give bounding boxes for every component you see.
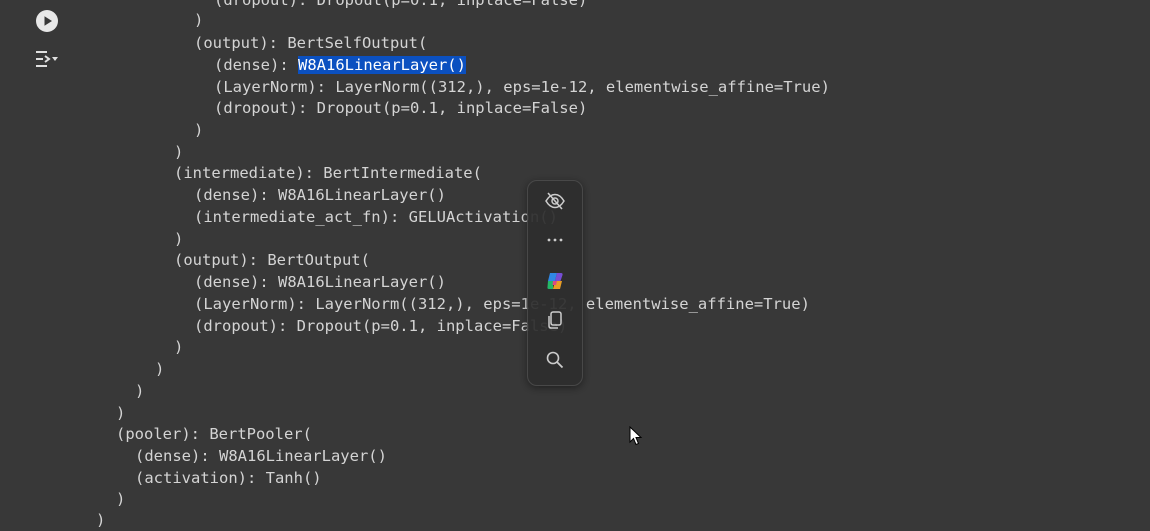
output-line: ) — [174, 230, 184, 248]
output-line: (dropout): Dropout(p=0.1, inplace=False) — [194, 317, 568, 335]
output-line: (output): BertSelfOutput( — [194, 34, 428, 52]
copy-icon — [544, 309, 566, 335]
selected-text[interactable]: W8A16LinearLayer() — [298, 56, 466, 74]
output-line: ) — [194, 11, 204, 29]
output-line: (pooler): BertPooler( — [116, 425, 312, 443]
output-line: ) — [174, 338, 184, 356]
copy-button[interactable] — [539, 306, 571, 338]
search-icon — [544, 349, 566, 375]
selection-toolbar — [527, 180, 583, 386]
more-options-button[interactable] — [539, 226, 571, 258]
output-line: (intermediate): BertIntermediate( — [174, 164, 482, 182]
output-line: ) — [116, 490, 126, 508]
output-line: ) — [194, 121, 204, 139]
output-line: (dense): W8A16LinearLayer() — [135, 447, 387, 465]
search-button[interactable] — [539, 346, 571, 378]
more-icon — [544, 229, 566, 255]
output-line: ) — [96, 511, 106, 529]
output-line: (dropout): Dropout(p=0.1, inplace=False) — [214, 99, 588, 117]
output-line: (output): BertOutput( — [174, 251, 370, 269]
copilot-button[interactable] — [539, 267, 571, 299]
output-line: (activation): Tanh() — [135, 469, 322, 487]
eye-off-icon — [544, 190, 566, 216]
output-line: ) — [174, 143, 184, 161]
output-text: (dense): — [214, 56, 298, 74]
output-line: (dense): W8A16LinearLayer() — [194, 186, 446, 204]
output-line: (LayerNorm): LayerNorm((312,), eps=1e-12… — [194, 295, 810, 313]
output-line: ) — [135, 382, 145, 400]
mouse-cursor-icon — [629, 425, 643, 450]
output-line: ) — [116, 404, 126, 422]
output-line: (dense): W8A16LinearLayer() — [194, 273, 446, 291]
output-line: (dropout): Dropout(p=0.1, inplace=False) — [214, 0, 588, 9]
copilot-icon — [544, 270, 566, 296]
output-line: (LayerNorm): LayerNorm((312,), eps=1e-12… — [214, 78, 830, 96]
hide-toolbar-button[interactable] — [539, 187, 571, 219]
output-line: (intermediate_act_fn): GELUActivation() — [194, 208, 558, 226]
output-line: (dense): W8A16LinearLayer() — [214, 54, 466, 76]
output-line: ) — [155, 360, 165, 378]
